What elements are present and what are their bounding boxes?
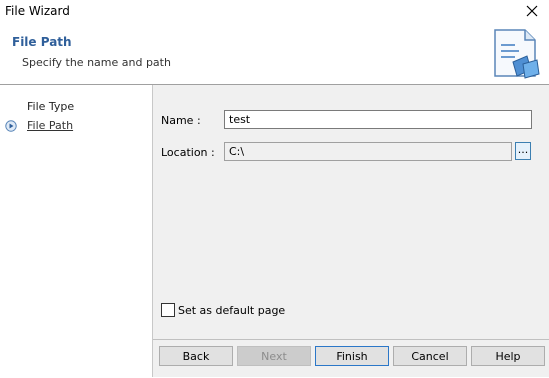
finish-button[interactable]: Finish <box>315 346 389 366</box>
title-bar: File Wizard <box>0 0 549 22</box>
step-file-path[interactable]: File Path <box>27 119 73 132</box>
button-bar: Back Next Finish Cancel Help <box>153 339 549 378</box>
location-label: Location : <box>161 146 215 159</box>
close-icon[interactable] <box>515 0 549 22</box>
default-page-label: Set as default page <box>178 303 286 317</box>
default-page-option[interactable]: Set as default page <box>161 303 285 317</box>
name-label: Name : <box>161 114 201 127</box>
next-button[interactable]: Next <box>237 346 311 366</box>
page-title: File Path <box>12 35 72 49</box>
location-input[interactable] <box>224 142 512 161</box>
steps-pane: File Type File Path <box>0 85 153 377</box>
cancel-button[interactable]: Cancel <box>393 346 467 366</box>
wizard-header: File Path Specify the name and path <box>0 22 549 85</box>
document-icon <box>491 26 545 82</box>
back-button[interactable]: Back <box>159 346 233 366</box>
window-title: File Wizard <box>5 4 70 18</box>
browse-button[interactable]: ... <box>515 142 531 160</box>
default-page-checkbox[interactable] <box>161 303 175 317</box>
current-step-icon <box>5 120 17 132</box>
help-button[interactable]: Help <box>471 346 545 366</box>
name-input[interactable] <box>224 110 532 129</box>
step-file-type[interactable]: File Type <box>27 100 74 113</box>
page-subtitle: Specify the name and path <box>22 56 171 69</box>
content-pane: Name : Location : ... Set as default pag… <box>153 85 549 377</box>
